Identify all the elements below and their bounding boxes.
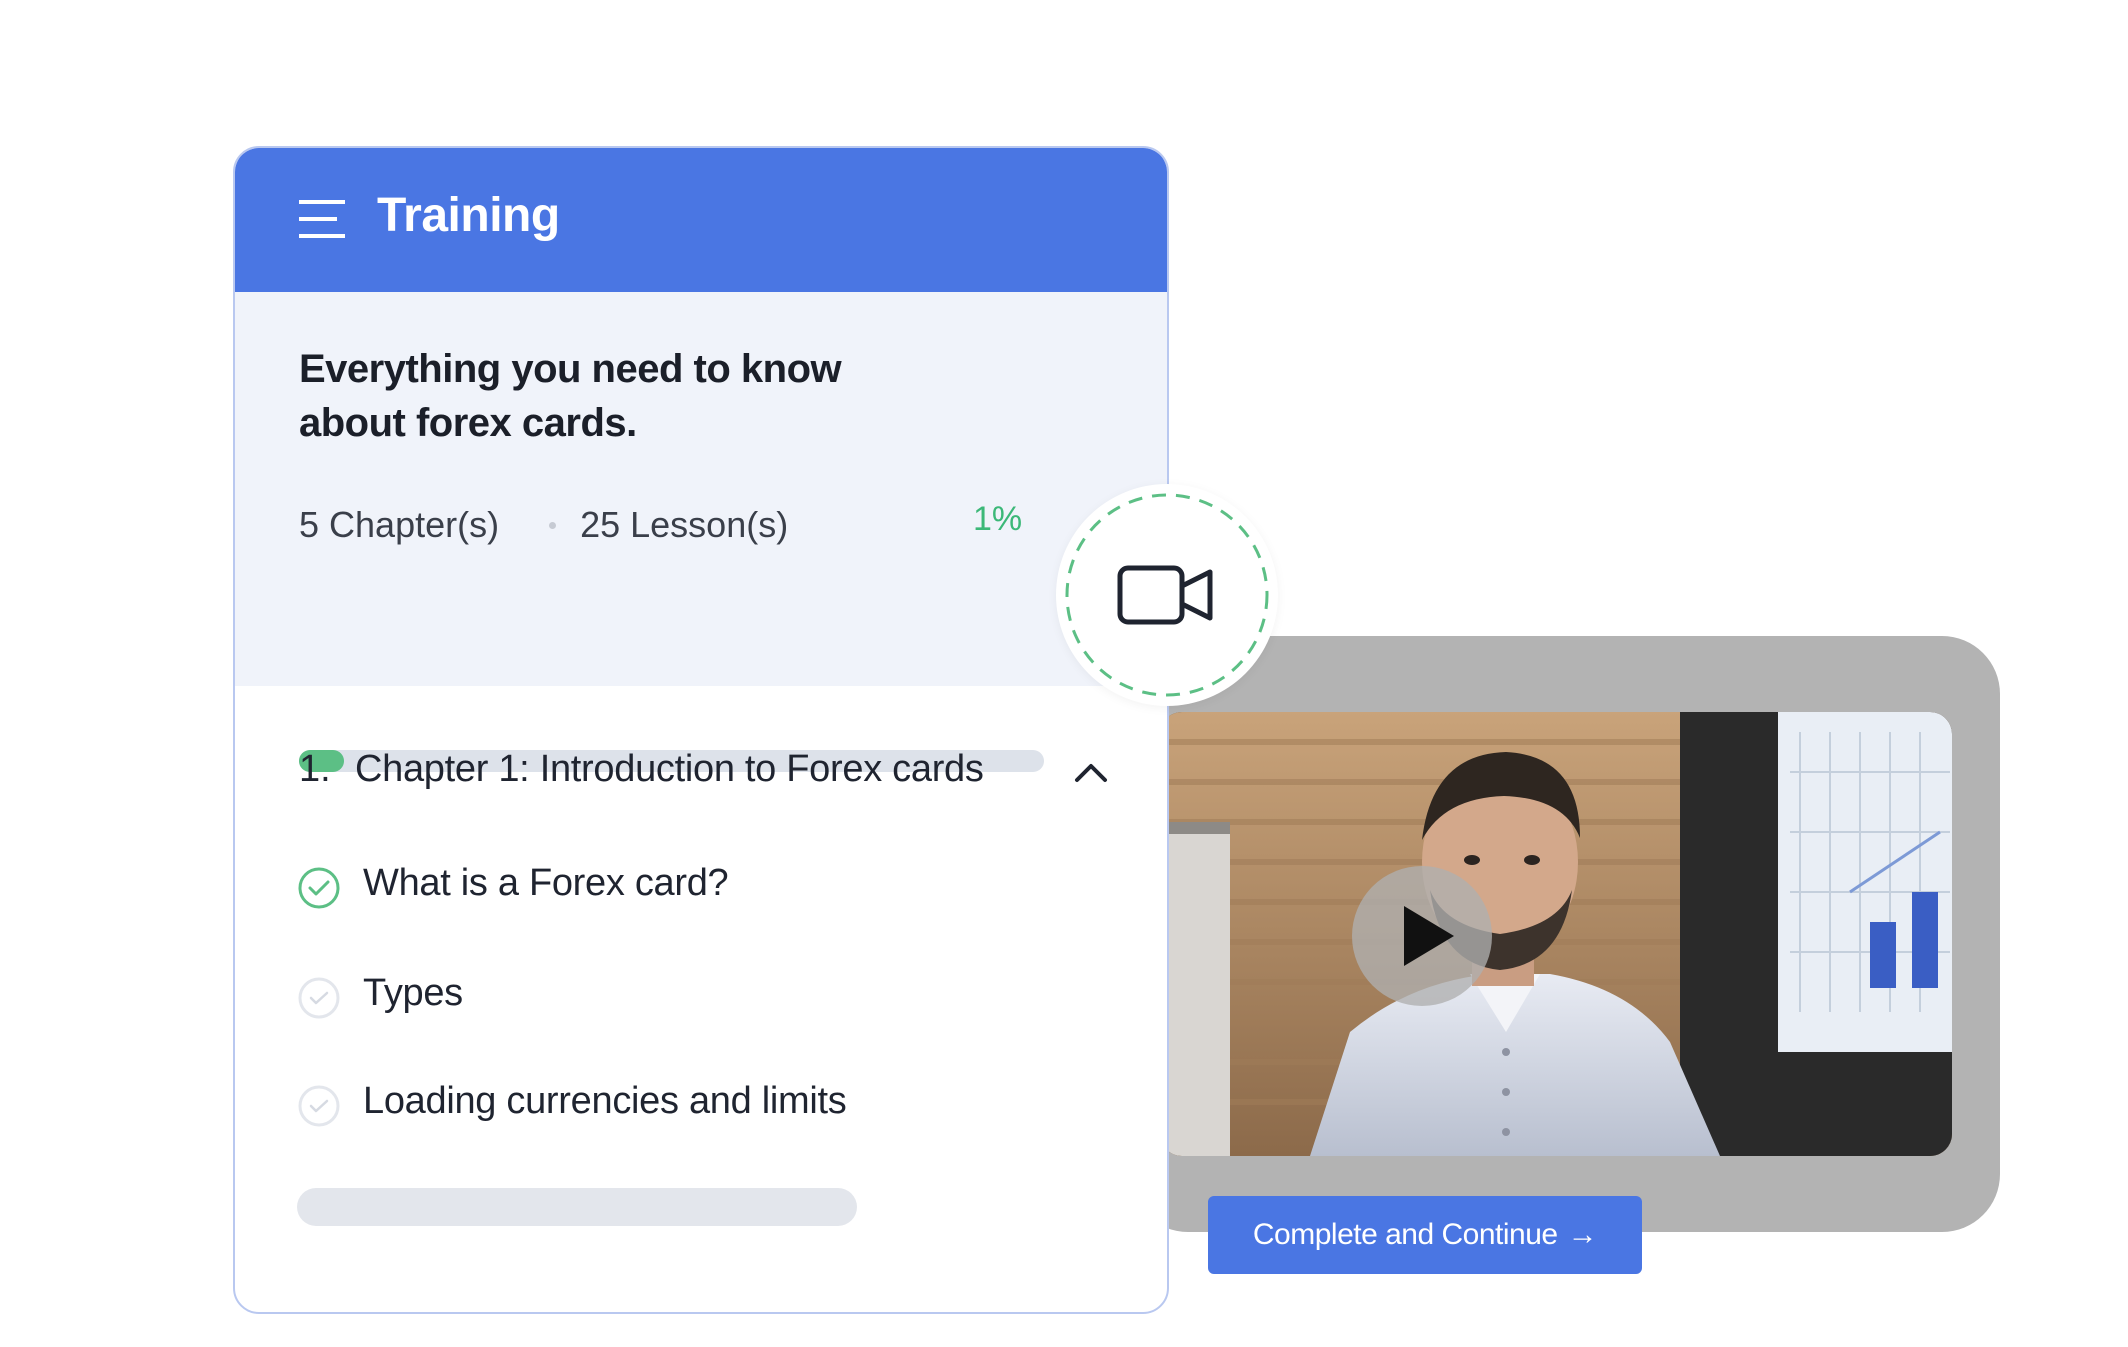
chapter-title: Chapter 1: Introduction to Forex cards — [355, 748, 984, 790]
video-scene — [1160, 712, 1952, 1156]
video-badge — [1056, 484, 1278, 706]
header-title: Training — [377, 189, 560, 242]
course-title-line-2: about forex cards. — [299, 401, 637, 445]
chapter-number: 1. — [299, 748, 331, 790]
separator-dot — [549, 521, 557, 529]
video-thumbnail[interactable] — [1160, 712, 1952, 1156]
lesson-count: 25 Lesson(s) — [580, 504, 789, 545]
training-header: Training — [235, 148, 1167, 292]
lesson-label: Loading currencies and limits — [363, 1080, 847, 1122]
chapter-1-header[interactable]: 1. Chapter 1: Introduction to Forex card… — [299, 748, 1119, 818]
play-button[interactable] — [1352, 866, 1492, 1006]
chapter-count: 5 Chapter(s) — [299, 504, 500, 545]
course-summary: Everything you need to know about forex … — [235, 292, 1167, 772]
check-circle-icon — [298, 977, 340, 1019]
lesson-item[interactable]: Loading currencies and limits — [297, 1078, 1117, 1138]
course-stats: 5 Chapter(s) 25 Lesson(s) — [299, 504, 788, 546]
check-circle-icon — [298, 867, 340, 909]
lesson-item[interactable]: What is a Forex card? — [297, 860, 1117, 920]
lesson-item[interactable]: Types — [297, 970, 1117, 1030]
hamburger-menu-icon[interactable] — [297, 198, 347, 240]
loading-placeholder — [297, 1188, 857, 1226]
lesson-label: What is a Forex card? — [363, 862, 729, 904]
check-circle-icon — [298, 1085, 340, 1127]
play-icon — [1404, 906, 1454, 966]
chevron-up-icon[interactable] — [1071, 754, 1111, 790]
complete-and-continue-label: Complete and Continue — [1252, 1218, 1558, 1251]
course-title: Everything you need to know about forex … — [299, 342, 939, 450]
video-camera-icon — [1065, 493, 1269, 697]
progress-percent: 1% — [973, 500, 1023, 538]
complete-and-continue-button[interactable]: Complete and Continue → — [1208, 1196, 1642, 1274]
course-title-line-1: Everything you need to know — [299, 347, 842, 391]
training-card: Training Everything you need to know abo… — [233, 146, 1169, 1314]
lesson-label: Types — [363, 972, 463, 1014]
arrow-right-icon: → — [1567, 1218, 1598, 1251]
